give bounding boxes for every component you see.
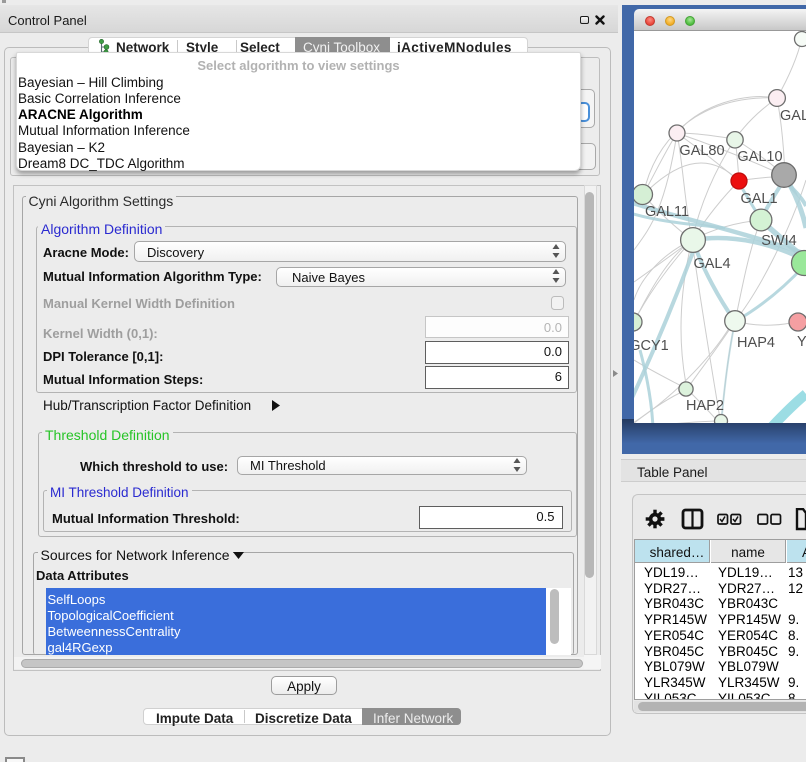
svg-text:HAP2: HAP2 — [686, 398, 724, 414]
svg-text:HAP4: HAP4 — [737, 335, 775, 351]
svg-text:GAL4: GAL4 — [693, 256, 730, 272]
svg-text:GAL11: GAL11 — [645, 204, 689, 220]
svg-text:SWI4: SWI4 — [761, 233, 796, 249]
svg-text:GAL80: GAL80 — [679, 143, 724, 159]
svg-text:GAL1: GAL1 — [740, 191, 777, 207]
svg-text:Y: Y — [797, 334, 806, 350]
svg-text:GAL10: GAL10 — [737, 149, 782, 165]
svg-text:GCY1: GCY1 — [634, 338, 669, 354]
svg-text:GAL7: GAL7 — [780, 108, 806, 124]
